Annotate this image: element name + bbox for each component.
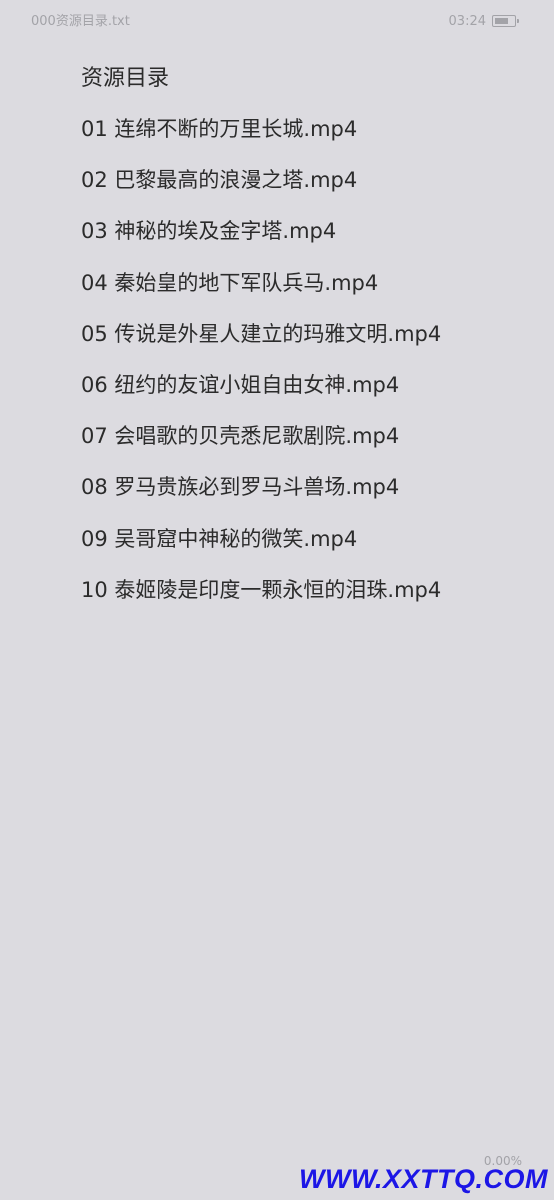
document-title: 资源目录 bbox=[81, 66, 170, 91]
watermark: WWW.XXTTQ.COM bbox=[299, 1164, 548, 1194]
list-item: 05 传说是外星人建立的玛雅文明.mp4 bbox=[81, 321, 442, 346]
status-bar: 000资源目录.txt 03:24 bbox=[0, 0, 554, 44]
list-item: 07 会唱歌的贝壳悉尼歌剧院.mp4 bbox=[81, 424, 400, 449]
list-item: 08 罗马贵族必到罗马斗兽场.mp4 bbox=[81, 475, 400, 500]
list-item: 03 神秘的埃及金字塔.mp4 bbox=[81, 219, 337, 244]
resource-list: 01 连绵不断的万里长城.mp4 02 巴黎最高的浪漫之塔.mp4 03 神秘的… bbox=[81, 111, 541, 608]
list-item: 10 泰姬陵是印度一颗永恒的泪珠.mp4 bbox=[81, 577, 442, 602]
list-item: 01 连绵不断的万里长城.mp4 bbox=[81, 117, 358, 141]
clock: 03:24 bbox=[448, 14, 486, 29]
list-item: 02 巴黎最高的浪漫之塔.mp4 bbox=[81, 168, 358, 193]
list-item: 09 吴哥窟中神秘的微笑.mp4 bbox=[81, 526, 358, 551]
battery-level bbox=[494, 17, 508, 24]
document-content: 资源目录 01 连绵不断的万里长城.mp4 02 巴黎最高的浪漫之塔.mp4 0… bbox=[81, 60, 541, 623]
file-name: 000资源目录.txt bbox=[31, 14, 130, 29]
battery-icon bbox=[492, 15, 519, 27]
list-item: 04 秦始皇的地下军队兵马.mp4 bbox=[81, 270, 379, 295]
list-item: 06 纽约的友谊小姐自由女神.mp4 bbox=[81, 372, 400, 397]
